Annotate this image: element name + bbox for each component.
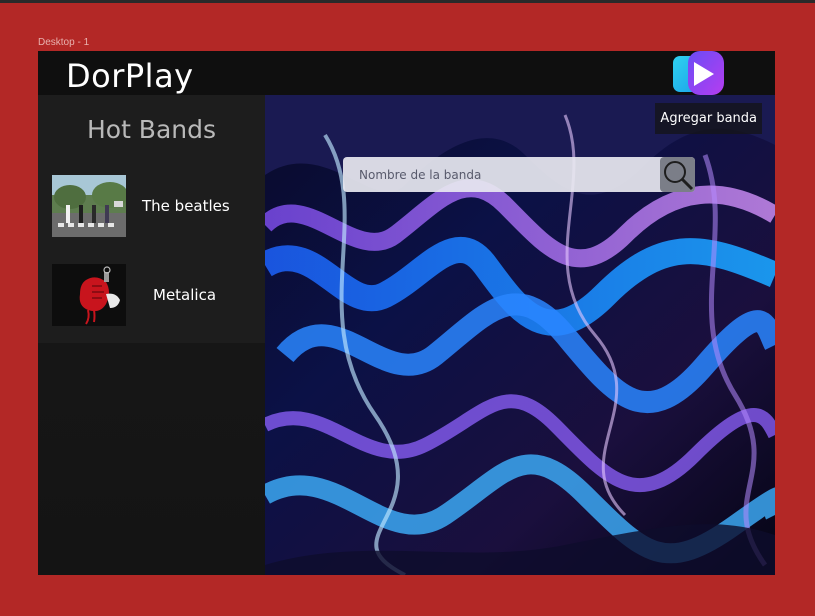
band-search-input[interactable] xyxy=(343,157,653,192)
search-icon xyxy=(664,161,694,191)
main-content: Agregar banda xyxy=(265,95,775,575)
app-header: DorPlay xyxy=(38,51,775,95)
play-logo-icon[interactable] xyxy=(672,51,728,97)
canvas-top-edge xyxy=(0,0,815,3)
search-button[interactable] xyxy=(660,157,695,192)
band-item-the-beatles[interactable]: The beatles xyxy=(52,175,265,239)
app-frame: DorPlay Hot Bands The beatles Metalica A… xyxy=(38,51,775,575)
album-cover-american-idiot xyxy=(52,264,126,326)
sidebar-title: Hot Bands xyxy=(86,115,217,144)
band-item-metalica[interactable]: Metalica xyxy=(52,264,265,328)
app-title: DorPlay xyxy=(66,57,194,95)
search-bar xyxy=(343,157,695,192)
band-name: Metalica xyxy=(153,286,217,304)
sidebar: Hot Bands The beatles Metalica xyxy=(38,95,265,575)
frame-label: Desktop - 1 xyxy=(38,37,90,48)
album-cover-abbey-road xyxy=(52,175,126,237)
band-name: The beatles xyxy=(142,197,230,215)
add-band-button[interactable]: Agregar banda xyxy=(655,103,762,134)
